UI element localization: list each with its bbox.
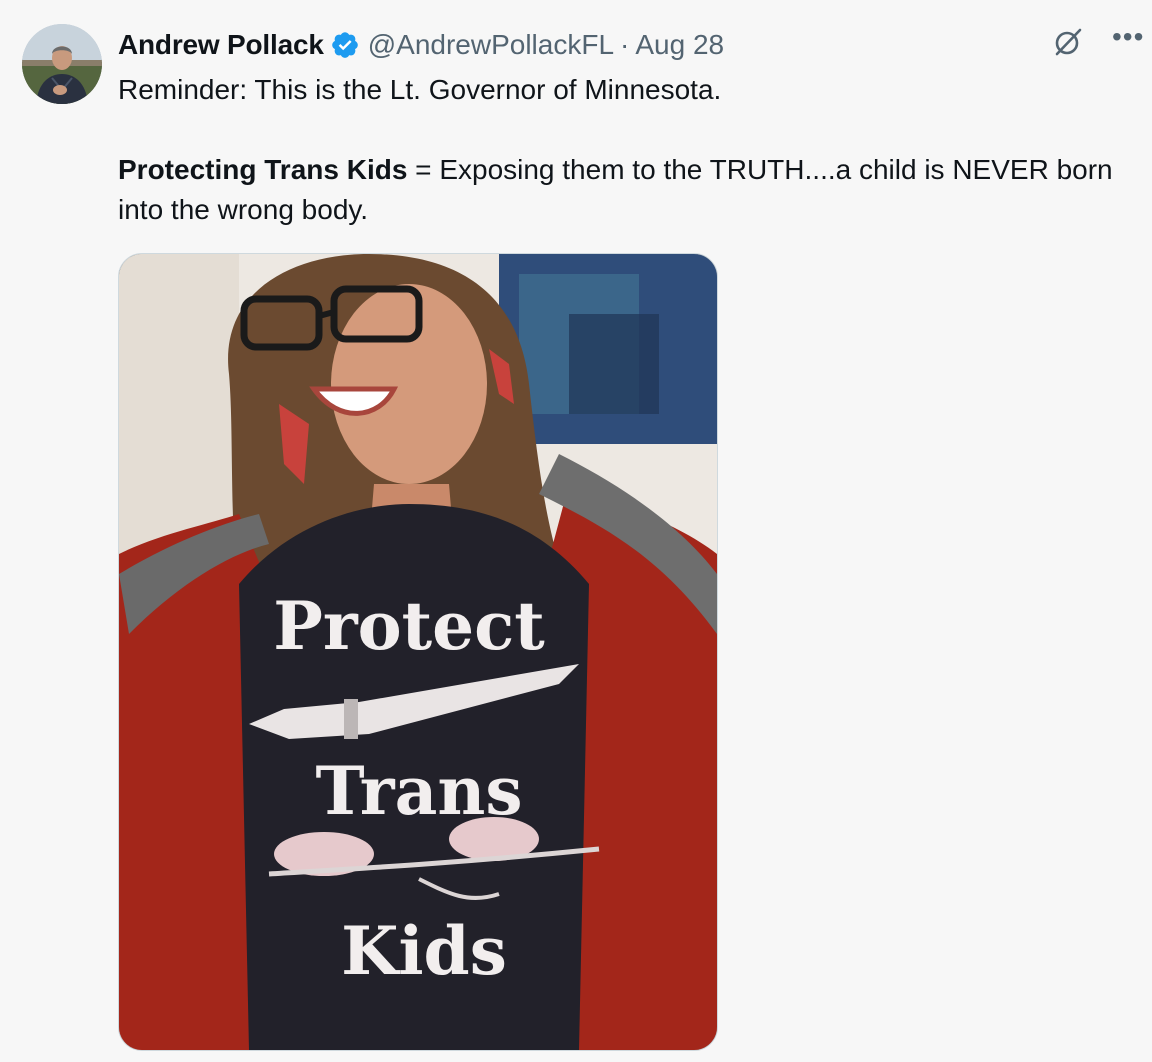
grok-icon[interactable] xyxy=(1052,26,1084,58)
tweet-text: Reminder: This is the Lt. Governor of Mi… xyxy=(118,70,1128,230)
tweet-bold-text: Protecting Trans Kids xyxy=(118,154,408,185)
author-handle[interactable]: @AndrewPollackFL xyxy=(368,29,614,61)
photo-woman-shirt: Protect Trans Kids xyxy=(119,254,717,1050)
tweet-header: Andrew Pollack @AndrewPollackFL · Aug 28 xyxy=(118,26,724,64)
verified-badge-icon[interactable] xyxy=(330,30,360,60)
avatar[interactable] xyxy=(22,24,102,104)
tweet-date[interactable]: Aug 28 xyxy=(635,29,724,61)
separator-dot: · xyxy=(620,29,630,60)
author-name[interactable]: Andrew Pollack xyxy=(118,29,324,61)
tweet[interactable]: Andrew Pollack @AndrewPollackFL · Aug 28… xyxy=(0,0,1152,1062)
avatar-image xyxy=(22,24,102,104)
tweet-actions-top: ••• xyxy=(1052,23,1152,58)
shirt-text-kids: Kids xyxy=(341,912,507,990)
tweet-line-1: Reminder: This is the Lt. Governor of Mi… xyxy=(118,74,722,105)
tweet-line-2: Protecting Trans Kids = Exposing them to… xyxy=(118,150,1128,230)
tweet-photo[interactable]: Protect Trans Kids xyxy=(118,253,718,1051)
more-icon[interactable]: ••• xyxy=(1112,23,1152,51)
shirt-text-protect: Protect xyxy=(273,587,545,665)
